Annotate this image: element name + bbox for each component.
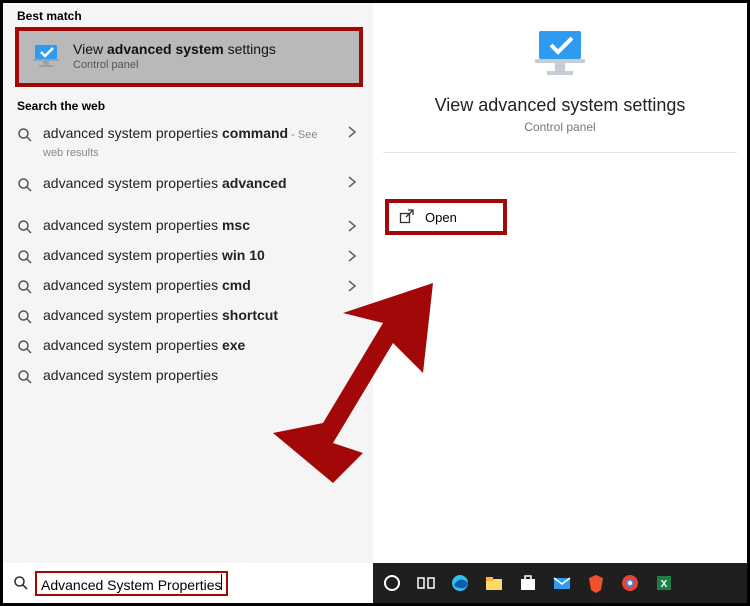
- preview-control-panel-icon: [525, 27, 595, 83]
- cortana-icon[interactable]: [381, 572, 403, 594]
- chevron-right-icon: [345, 249, 359, 263]
- search-icon: [17, 249, 33, 265]
- web-result-text: advanced system properties msc: [43, 217, 335, 235]
- preview-title: View advanced system settings: [383, 95, 737, 116]
- web-result-text: advanced system properties exe: [43, 337, 359, 355]
- web-result-text: advanced system properties: [43, 367, 359, 385]
- search-icon: [17, 339, 33, 355]
- search-icon: [17, 309, 33, 325]
- web-result-7[interactable]: advanced system properties: [3, 361, 373, 391]
- chevron-right-icon: [345, 125, 359, 139]
- mail-icon[interactable]: [551, 572, 573, 594]
- search-icon: [17, 177, 33, 193]
- section-search-web: Search the web: [3, 93, 373, 117]
- search-icon: [17, 369, 33, 385]
- web-result-text: advanced system properties advanced: [43, 175, 335, 193]
- search-icon: [17, 219, 33, 235]
- best-match-title-pre: View: [73, 41, 107, 57]
- excel-icon[interactable]: X: [653, 572, 675, 594]
- chevron-right-icon: [345, 219, 359, 233]
- taskview-icon[interactable]: [415, 572, 437, 594]
- open-external-icon: [399, 209, 415, 225]
- best-match-text: View advanced system settings Control pa…: [73, 41, 276, 72]
- explorer-icon[interactable]: [483, 572, 505, 594]
- best-match-title-bold: advanced system: [107, 41, 224, 57]
- preview-subtitle: Control panel: [383, 120, 737, 134]
- search-results-panel: Best match View advanced system settings…: [3, 3, 373, 563]
- web-results-list: advanced system properties command - See…: [3, 117, 373, 391]
- web-result-text: advanced system properties cmd: [43, 277, 335, 295]
- chrome-icon[interactable]: [619, 572, 641, 594]
- web-result-text: advanced system properties win 10: [43, 247, 335, 265]
- search-input[interactable]: Advanced System Properties: [35, 571, 228, 596]
- search-icon: [17, 127, 33, 143]
- web-result-5[interactable]: advanced system properties shortcut: [3, 301, 373, 331]
- best-match-subtitle: Control panel: [73, 59, 276, 73]
- taskbar-apps: X: [373, 563, 747, 603]
- taskbar-search-box[interactable]: Advanced System Properties: [3, 563, 373, 603]
- store-icon[interactable]: [517, 572, 539, 594]
- chevron-right-icon: [345, 175, 359, 189]
- chevron-right-icon: [345, 279, 359, 293]
- web-result-0[interactable]: advanced system properties command - See…: [3, 117, 373, 167]
- brave-icon[interactable]: [585, 572, 607, 594]
- web-result-3[interactable]: advanced system properties win 10: [3, 241, 373, 271]
- open-label: Open: [425, 210, 457, 225]
- search-query-text: Advanced System Properties: [41, 577, 222, 593]
- best-match-result[interactable]: View advanced system settings Control pa…: [15, 27, 363, 87]
- web-result-6[interactable]: advanced system properties exe: [3, 331, 373, 361]
- search-icon: [13, 575, 29, 591]
- web-result-text: advanced system properties shortcut: [43, 307, 359, 325]
- svg-text:X: X: [661, 579, 668, 590]
- web-result-text: advanced system properties command - See…: [43, 125, 335, 161]
- taskbar: Advanced System Properties X: [3, 563, 747, 603]
- web-result-2[interactable]: advanced system properties msc: [3, 211, 373, 241]
- web-result-4[interactable]: advanced system properties cmd: [3, 271, 373, 301]
- web-result-1[interactable]: advanced system properties advanced: [3, 167, 373, 211]
- preview-panel: View advanced system settings Control pa…: [373, 3, 747, 563]
- best-match-title-post: settings: [224, 41, 276, 57]
- search-icon: [17, 279, 33, 295]
- result-control-panel-icon: [31, 41, 63, 73]
- open-button[interactable]: Open: [385, 199, 507, 235]
- edge-icon[interactable]: [449, 572, 471, 594]
- section-best-match: Best match: [3, 3, 373, 27]
